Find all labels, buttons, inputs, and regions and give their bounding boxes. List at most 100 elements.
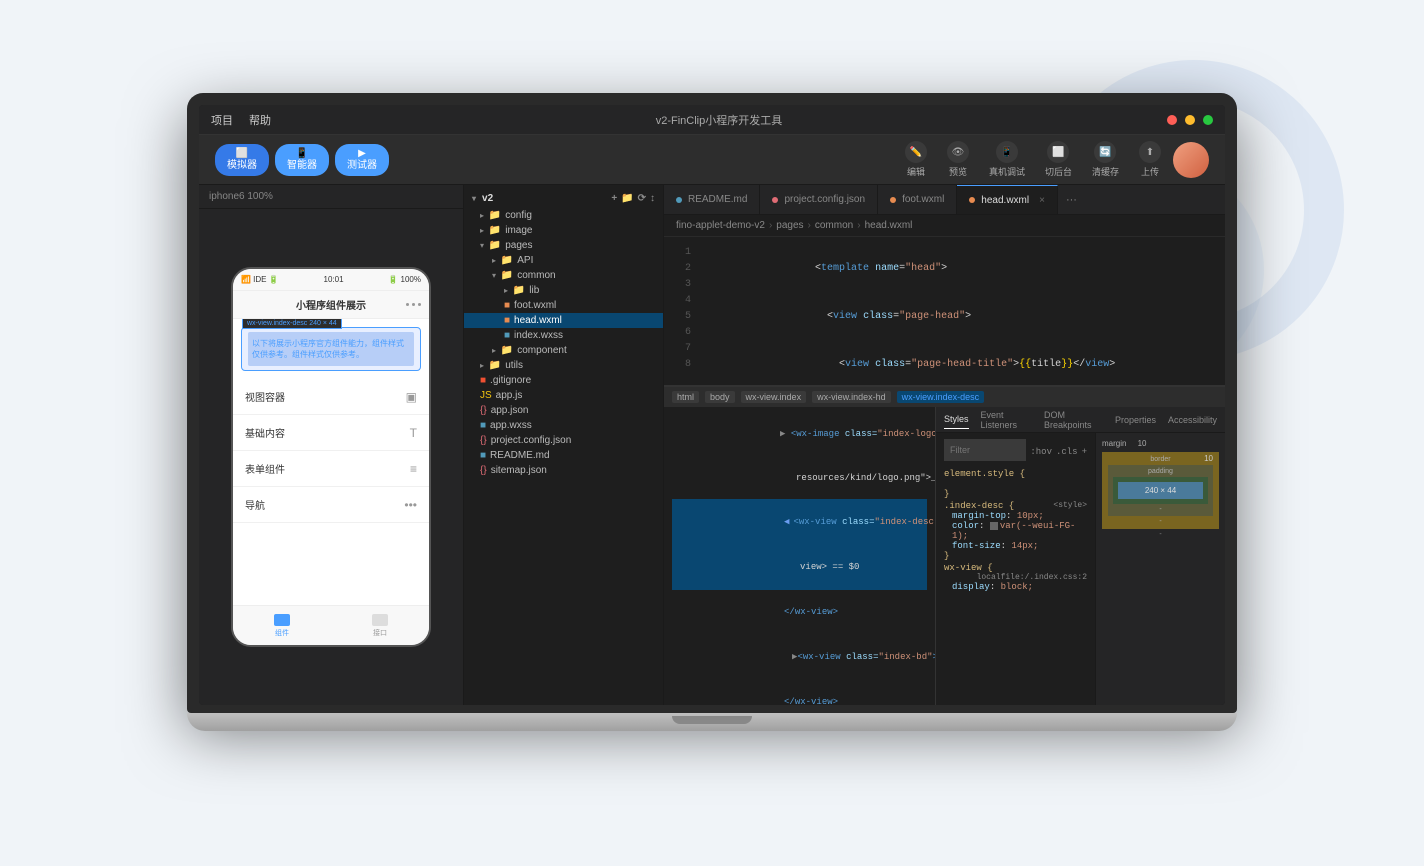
file-index-wxss[interactable]: ■index.wxss [464,328,663,343]
new-folder-icon[interactable]: 📁 [621,193,633,204]
project-config-icon: {} [480,435,487,446]
file-app-js[interactable]: JSapp.js [464,388,663,403]
file-utils[interactable]: 📁utils [464,358,663,373]
el-crumb-index[interactable]: wx-view.index [741,391,807,403]
tab-test[interactable]: ▶ 测试器 [335,144,389,176]
laptop-base [187,713,1237,731]
add-style-btn[interactable]: + [1082,447,1087,457]
tab-debugger[interactable]: 📱 智能器 [275,144,329,176]
styles-tab-access[interactable]: Accessibility [1168,411,1217,429]
css-filter-input[interactable] [944,439,1026,461]
line-num-6: 6 [664,325,691,341]
refresh-icon[interactable]: ⟳ [638,193,646,204]
menu-help[interactable]: 帮助 [249,112,271,128]
editor-tab-project-config[interactable]: project.config.json [760,185,878,214]
action-preview[interactable]: 👁 预览 [947,141,969,178]
user-avatar[interactable] [1173,142,1209,178]
phone-menu-dots[interactable] [406,303,421,306]
laptop-screen-outer: 项目 帮助 v2-FinClip小程序开发工具 ⬜ [187,93,1237,713]
file-api[interactable]: 📁API [464,253,663,268]
el-crumb-body[interactable]: body [705,391,735,403]
new-file-icon[interactable]: + [611,193,617,204]
breadcrumb: fino-applet-demo-v2 › pages › common › h… [664,215,1225,237]
collapse-icon[interactable]: ↕ [650,193,655,204]
nav-item-components[interactable]: 组件 [274,614,290,638]
list-icon-3: ••• [404,498,417,512]
phone-mockup: 📶 IDE 🔋 10:01 🔋 100% 小程序组件展示 [231,267,431,647]
readme-icon: ■ [480,450,486,461]
styles-tab-props[interactable]: Properties [1115,411,1156,429]
css-panel[interactable]: :hov .cls + element.style { } [936,433,1095,705]
common-folder-icon: 📁 [501,270,513,281]
laptop-frame: 项目 帮助 v2-FinClip小程序开发工具 ⬜ [187,93,1237,773]
file-app-wxss[interactable]: ■app.wxss [464,418,663,433]
file-sitemap[interactable]: {}sitemap.json [464,463,663,478]
head-tab-dot [969,197,975,203]
list-item-0[interactable]: 视图容器 ▣ [233,379,429,415]
el-crumb-html[interactable]: html [672,391,699,403]
action-preview-label: 预览 [949,165,967,178]
preview-panel: iphone6 100% 📶 IDE 🔋 10:01 🔋 100% 小程序组件展… [199,185,464,705]
window-minimize-btn[interactable] [1185,115,1195,125]
box-margin: 10 border padding 240 × 44 [1102,452,1219,529]
more-tabs-btn[interactable]: ··· [1058,185,1085,214]
dot-2 [412,303,415,306]
html-view[interactable]: ▶ <wx-image class="index-logo" src="../r… [664,407,935,705]
action-device-label: 真机调试 [989,165,1025,178]
lib-folder-icon: 📁 [513,285,525,296]
code-content[interactable]: <template name="head"> <view class="page… [699,237,1225,385]
list-item-1[interactable]: 基础内容 T [233,415,429,451]
app-json-icon: {} [480,405,487,416]
head-tab-close[interactable]: × [1039,195,1045,206]
editor-tab-head[interactable]: head.wxml × [957,185,1058,214]
file-common[interactable]: 📁common [464,268,663,283]
styles-tab-dom[interactable]: DOM Breakpoints [1044,407,1103,434]
nav-item-interface[interactable]: 接口 [372,614,388,638]
code-line-2: <view class="page-head"> [707,293,1217,341]
file-config[interactable]: 📁config [464,208,663,223]
editor-tab-foot[interactable]: foot.wxml [878,185,957,214]
color-swatch [990,522,998,530]
highlight-label: wx-view.index-desc 240 × 44 [242,319,342,329]
file-pages[interactable]: 📁pages [464,238,663,253]
tab-simulator[interactable]: ⬜ 模拟器 [215,144,269,176]
readme-tab-label: README.md [688,194,747,205]
tab-simulator-label: 模拟器 [227,160,257,172]
status-right: 🔋 100% [388,275,421,284]
file-head-wxml[interactable]: ■head.wxml [464,313,663,328]
action-edit[interactable]: ✏️ 编辑 [905,141,927,178]
action-clear[interactable]: 🔄 清缓存 [1092,141,1119,178]
list-item-3[interactable]: 导航 ••• [233,487,429,523]
line-num-5: 5 [664,309,691,325]
status-time: 10:01 [324,275,344,284]
bottom-panels: html body wx-view.index wx-view.index-hd… [664,385,1225,705]
project-tab-dot [772,197,778,203]
file-app-json[interactable]: {}app.json [464,403,663,418]
editor-tab-readme[interactable]: README.md [664,185,760,214]
css-rule-wx-view: wx-view { localfile:/.index.css:2 displa… [944,563,1087,592]
highlight-box: wx-view.index-desc 240 × 44 以下将展示小程序官方组件… [241,327,421,371]
list-icon-1: T [410,426,417,440]
menu-project[interactable]: 项目 [211,112,233,128]
window-close-btn[interactable] [1167,115,1177,125]
file-readme[interactable]: ■README.md [464,448,663,463]
file-gitignore[interactable]: ■.gitignore [464,373,663,388]
file-project-config[interactable]: {}project.config.json [464,433,663,448]
styles-tab-events[interactable]: Event Listeners [981,407,1032,434]
file-foot-wxml[interactable]: ■foot.wxml [464,298,663,313]
list-item-2[interactable]: 表单组件 ≡ [233,451,429,487]
el-crumb-hd[interactable]: wx-view.index-hd [812,391,891,403]
file-lib[interactable]: 📁lib [464,283,663,298]
file-component[interactable]: 📁component [464,343,663,358]
styles-tab-styles[interactable]: Styles [944,410,969,429]
action-background[interactable]: ⬜ 切后台 [1045,141,1072,178]
phone-title: 小程序组件展示 [296,297,366,312]
action-upload[interactable]: ⬆ 上传 [1139,141,1161,178]
file-image[interactable]: 📁image [464,223,663,238]
hover-toggle[interactable]: :hov [1030,447,1052,457]
cls-toggle[interactable]: .cls [1056,447,1078,457]
el-crumb-desc[interactable]: wx-view.index-desc [897,391,985,403]
breadcrumb-2: pages [776,220,803,231]
action-device[interactable]: 📱 真机调试 [989,141,1025,178]
window-maximize-btn[interactable] [1203,115,1213,125]
